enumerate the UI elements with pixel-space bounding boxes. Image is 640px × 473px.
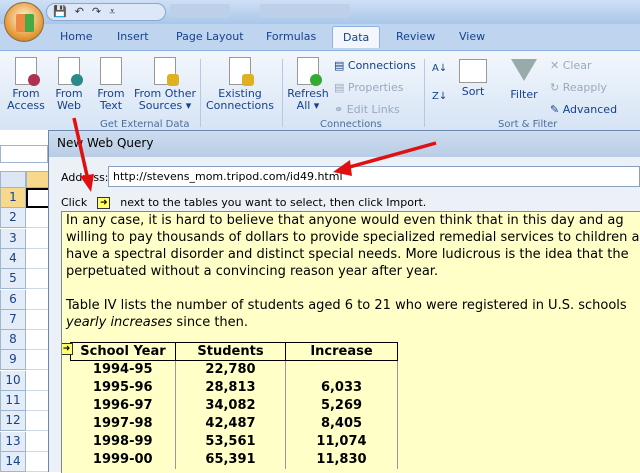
annotation-arrows xyxy=(72,117,437,192)
red-arrow-to-address xyxy=(333,141,437,176)
excel-window: 💾 ↶ ↷ ⩡ Home Insert Page Layout Formulas Da… xyxy=(0,0,640,473)
red-arrow-to-import-icon xyxy=(72,117,94,192)
